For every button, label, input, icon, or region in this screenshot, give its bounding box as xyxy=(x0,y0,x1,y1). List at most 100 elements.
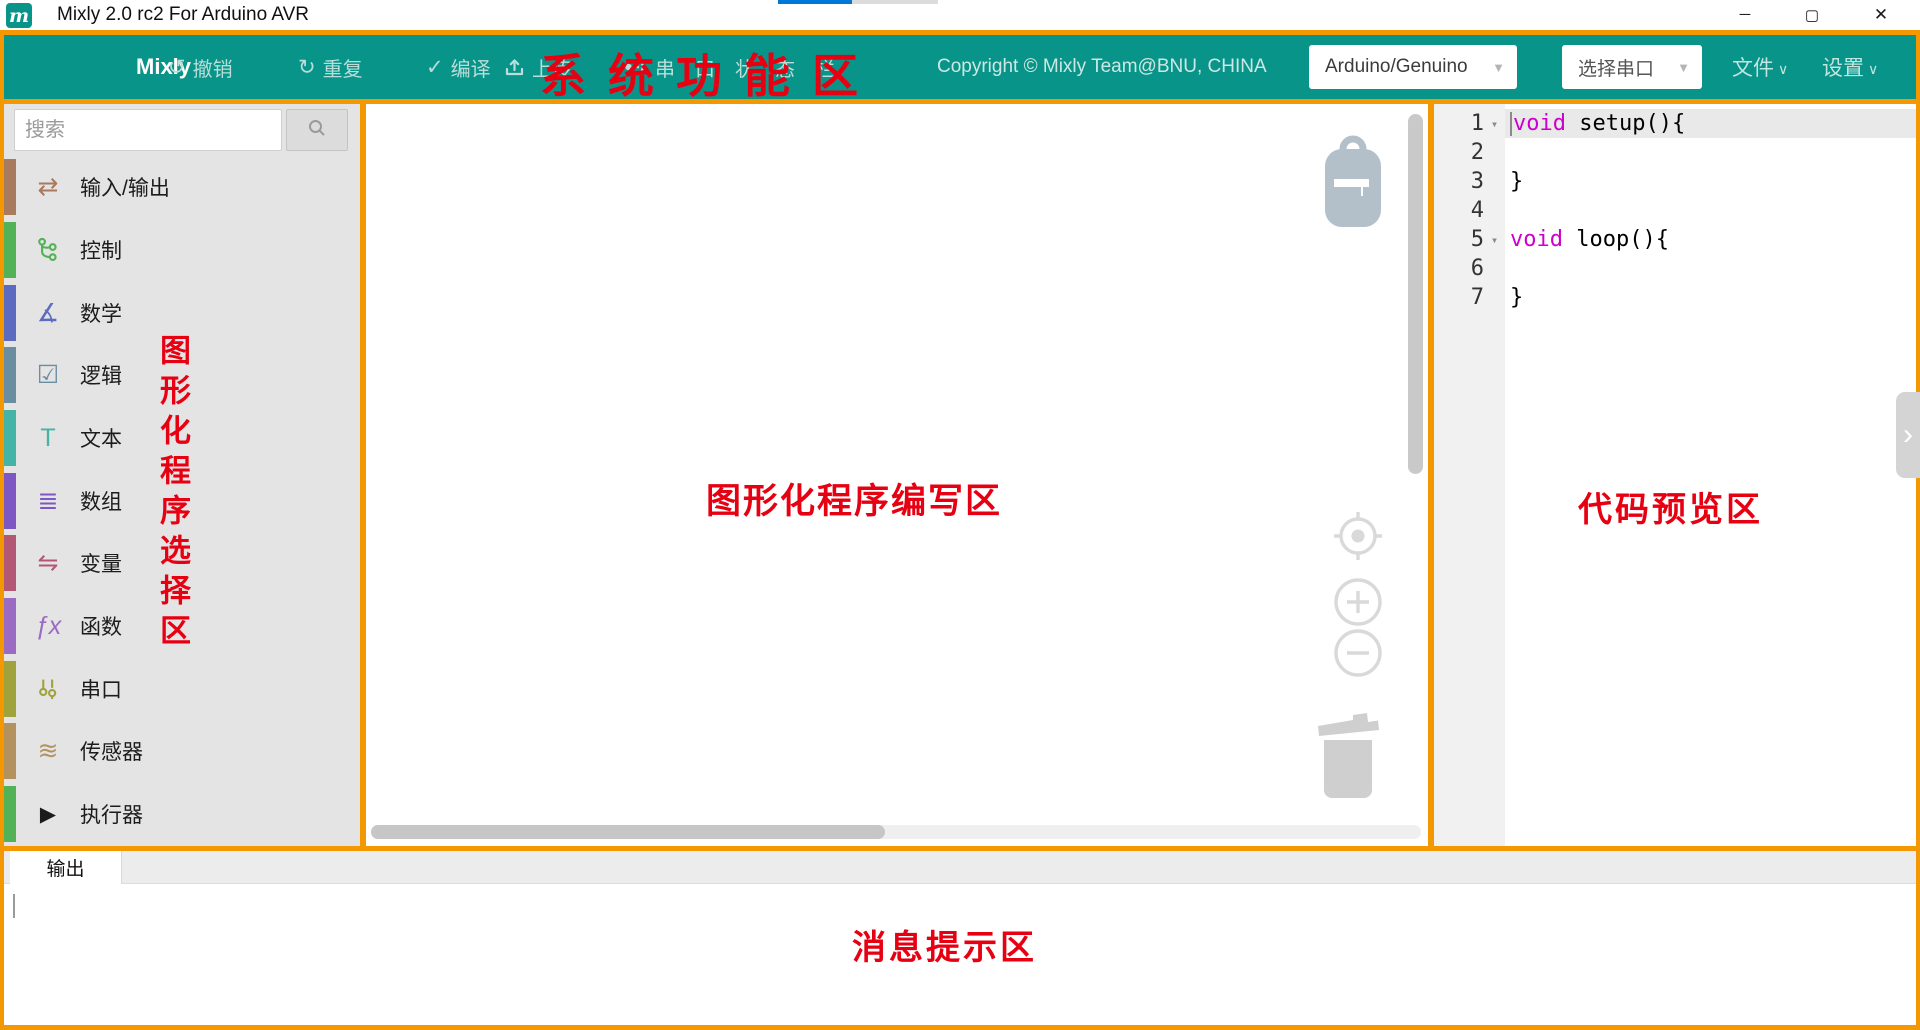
serial-status-button[interactable]: 串口状态栏 xyxy=(624,35,855,99)
code-line: 3 } xyxy=(1434,167,1916,196)
file-menu-button[interactable]: 文件 ∨ xyxy=(1732,35,1788,99)
block-category-sidebar: ⇄ 输入/输出 控制 ∡ 数学 ☑ 逻辑 T 文本 xyxy=(4,104,360,846)
sidebar-item-label: 输入/输出 xyxy=(80,172,170,202)
mixly-window: m Mixly 2.0 rc2 For Arduino AVR ─ ▢ ✕ Mi… xyxy=(0,0,1920,1030)
chevron-down-icon: ▼ xyxy=(1677,60,1690,75)
mixly-logo-icon: m xyxy=(6,3,32,28)
sidebar-item-math[interactable]: ∡ 数学 xyxy=(4,282,360,344)
title-bar: m Mixly 2.0 rc2 For Arduino AVR ─ ▢ ✕ xyxy=(0,0,1920,30)
vertical-scrollbar[interactable] xyxy=(1408,114,1423,474)
code-line: 5 ▾ void loop(){ xyxy=(1434,225,1916,254)
sidebar-item-label: 逻辑 xyxy=(80,360,122,390)
code-line: 6 xyxy=(1434,254,1916,283)
close-button[interactable]: ✕ xyxy=(1858,0,1904,29)
settings-menu-button[interactable]: 设置 ∨ xyxy=(1822,35,1878,99)
math-compass-icon: ∡ xyxy=(31,301,65,326)
sidebar-item-actuator[interactable]: ▶ 执行器 xyxy=(4,783,360,845)
sidebar-item-variable[interactable]: ⇋ 变量 xyxy=(4,532,360,594)
sidebar-item-function[interactable]: ƒx 函数 xyxy=(4,595,360,657)
fold-caret-icon[interactable]: ▾ xyxy=(1484,117,1505,131)
compile-button[interactable]: ✓ 编译 xyxy=(426,35,491,99)
block-workspace[interactable] xyxy=(366,104,1428,846)
category-color-strip xyxy=(4,285,16,341)
function-fx-icon: ƒx xyxy=(31,614,65,639)
sidebar-item-array[interactable]: ≣ 数组 xyxy=(4,470,360,532)
redo-button[interactable]: ↻ 重复 xyxy=(298,35,363,99)
input-output-icon: ⇄ xyxy=(31,175,65,200)
window-title: Mixly 2.0 rc2 For Arduino AVR xyxy=(57,4,309,26)
code-preview-panel[interactable]: 1 ▾ void setup(){ 2 3 } 4 5 ▾ void loop(… xyxy=(1434,104,1916,846)
horizontal-scrollbar-thumb[interactable] xyxy=(371,825,885,839)
category-color-strip xyxy=(4,723,16,779)
variable-swap-icon: ⇋ xyxy=(31,551,65,576)
minimize-button[interactable]: ─ xyxy=(1722,0,1768,29)
collapse-panel-tab[interactable]: › xyxy=(1896,392,1920,478)
upload-icon xyxy=(504,57,525,77)
horizontal-scrollbar-track[interactable] xyxy=(371,825,1421,839)
serial-plug-icon xyxy=(624,58,648,76)
undo-button[interactable]: ↺ 撤销 xyxy=(168,35,233,99)
code-line: 1 ▾ void setup(){ xyxy=(1434,109,1916,138)
toolbar: Mixly ↺ 撤销 ↻ 重复 ✓ 编译 上传 xyxy=(4,35,1916,99)
sidebar-item-label: 变量 xyxy=(80,548,122,578)
tab-output[interactable]: 输出 xyxy=(10,851,122,884)
search-icon xyxy=(307,118,327,143)
trash-icon[interactable] xyxy=(1315,709,1381,804)
chevron-right-icon: › xyxy=(1903,418,1913,452)
sidebar-item-input-output[interactable]: ⇄ 输入/输出 xyxy=(4,156,360,218)
output-tab-bar: 输出 xyxy=(4,851,1916,884)
redo-icon: ↻ xyxy=(298,57,316,78)
backpack-icon[interactable] xyxy=(1322,132,1384,235)
upload-button[interactable]: 上传 xyxy=(504,35,572,99)
category-color-strip xyxy=(4,473,16,529)
sidebar-item-text[interactable]: T 文本 xyxy=(4,407,360,469)
sidebar-item-logic[interactable]: ☑ 逻辑 xyxy=(4,344,360,406)
chevron-down-icon: ∨ xyxy=(1868,61,1878,78)
text-cursor xyxy=(1510,112,1512,136)
board-select-value: Arduino/Genuino xyxy=(1325,56,1468,78)
top-edge-blue-bar xyxy=(778,0,852,4)
serial-cable-icon xyxy=(31,676,65,702)
category-color-strip xyxy=(4,159,16,215)
array-list-icon: ≣ xyxy=(31,489,65,514)
undo-icon: ↺ xyxy=(168,57,186,78)
output-panel: 输出 xyxy=(4,851,1916,1025)
chevron-down-icon: ∨ xyxy=(1778,61,1788,78)
sidebar-item-control[interactable]: 控制 xyxy=(4,219,360,281)
category-color-strip xyxy=(4,535,16,591)
maximize-button[interactable]: ▢ xyxy=(1789,0,1835,29)
actuator-play-icon: ▶ xyxy=(31,804,65,825)
compile-check-icon: ✓ xyxy=(426,57,444,78)
sidebar-item-label: 数学 xyxy=(80,298,122,328)
output-text-cursor xyxy=(13,894,15,918)
sidebar-item-sensor[interactable]: ≋ 传感器 xyxy=(4,720,360,782)
code-line: 7 } xyxy=(1434,283,1916,312)
sidebar-item-label: 执行器 xyxy=(80,799,143,829)
zoom-out-button[interactable] xyxy=(1331,626,1385,685)
search-button[interactable] xyxy=(286,109,348,151)
fold-caret-icon[interactable]: ▾ xyxy=(1484,233,1505,247)
top-edge-gray-bar xyxy=(852,0,938,4)
sensor-icon: ≋ xyxy=(31,739,65,764)
port-select[interactable]: 选择串口 ▼ xyxy=(1562,45,1702,89)
category-color-strip xyxy=(4,222,16,278)
category-color-strip xyxy=(4,786,16,842)
chevron-down-icon: ▼ xyxy=(1492,60,1505,75)
copyright-text: Copyright © Mixly Team@BNU, CHINA xyxy=(937,35,1267,99)
code-line: 2 xyxy=(1434,138,1916,167)
code-line: 4 xyxy=(1434,196,1916,225)
sidebar-item-serial[interactable]: 串口 xyxy=(4,658,360,720)
text-icon: T xyxy=(31,426,65,451)
category-color-strip xyxy=(4,347,16,403)
center-view-button[interactable] xyxy=(1331,509,1385,568)
sidebar-item-label: 文本 xyxy=(80,423,122,453)
port-select-value: 选择串口 xyxy=(1578,54,1654,81)
search-input[interactable] xyxy=(14,109,282,151)
category-color-strip xyxy=(4,598,16,654)
control-branch-icon xyxy=(31,237,65,263)
category-color-strip xyxy=(4,661,16,717)
sidebar-item-label: 串口 xyxy=(80,674,122,704)
board-select[interactable]: Arduino/Genuino ▼ xyxy=(1309,45,1517,89)
sidebar-item-label: 传感器 xyxy=(80,736,143,766)
sidebar-item-label: 控制 xyxy=(80,235,122,265)
